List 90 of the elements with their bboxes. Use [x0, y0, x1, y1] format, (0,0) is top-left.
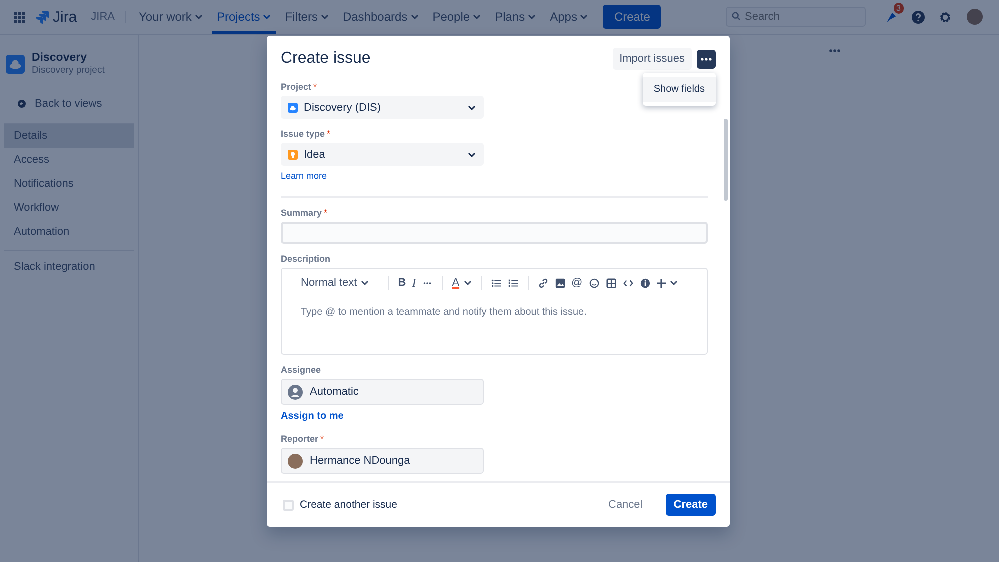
field-label: Assignee: [281, 365, 322, 375]
notification-badge: 3: [894, 2, 904, 14]
chevron-down-icon: [468, 152, 476, 158]
help-icon[interactable]: [912, 10, 925, 24]
menu-item[interactable]: Show fields: [642, 77, 716, 102]
mention-button[interactable]: @: [568, 274, 586, 292]
summary-field[interactable]: [281, 222, 708, 244]
code-icon[interactable]: [622, 278, 634, 288]
chevron-down-icon: [670, 280, 678, 286]
nav-menu[interactable]: Projects: [212, 0, 276, 34]
sidebar-item[interactable]: Access: [4, 148, 134, 172]
chevron-down-icon: [473, 14, 482, 20]
link-icon[interactable]: [538, 278, 549, 288]
sidebar-item[interactable]: Workflow: [4, 196, 134, 220]
assign-to-me-link[interactable]: Assign to me: [281, 411, 344, 422]
checkbox-label: Create another issue: [300, 499, 398, 511]
required-asterisk: *: [320, 434, 324, 444]
description-editor[interactable]: Normal text B I A @ Type @ to mention a teammate and notify them about this issue.: [281, 268, 708, 355]
learn-more-link[interactable]: Learn more: [281, 171, 328, 181]
user-avatar[interactable]: [967, 9, 983, 25]
back-arrow-icon: [18, 100, 26, 108]
user-picker[interactable]: Automatic: [281, 379, 484, 405]
nav-menu[interactable]: Dashboards: [338, 0, 424, 34]
italic-button[interactable]: I: [409, 274, 420, 292]
field-label: Reporter: [281, 434, 319, 444]
sidebar-item[interactable]: Slack integration: [4, 255, 134, 279]
user-picker[interactable]: Hermance NDounga: [281, 448, 484, 474]
more-icon[interactable]: [829, 49, 841, 53]
more-icon: [701, 58, 712, 60]
field-label: Issue type: [281, 129, 326, 139]
cloud-icon: [288, 102, 298, 112]
field-label: Summary: [281, 208, 322, 218]
chevron-down-icon: [410, 14, 419, 20]
search-icon: [732, 12, 741, 21]
table-icon[interactable]: [606, 278, 617, 288]
notification-icon[interactable]: [885, 10, 898, 24]
nav-menu[interactable]: Plans: [490, 0, 542, 34]
required-asterisk: *: [327, 129, 331, 139]
nav-menu[interactable]: Your work: [134, 0, 208, 34]
description-placeholder: Type @ to mention a teammate and notify them about this issue.: [300, 306, 588, 320]
project-type: Discovery project: [32, 65, 105, 76]
plus-icon: [656, 278, 666, 288]
project-avatar-icon: [6, 54, 25, 74]
project-name: Discovery: [32, 52, 88, 64]
text-style-dropdown[interactable]: Normal text: [298, 274, 372, 292]
required-asterisk: *: [324, 208, 328, 218]
avatar-photo: [288, 454, 303, 468]
select-field[interactable]: Idea: [281, 143, 484, 166]
chevron-down-icon: [580, 14, 588, 20]
logo-text: Jira: [53, 8, 78, 26]
field-label: Description: [281, 254, 331, 264]
app-switcher-icon[interactable]: [14, 12, 25, 22]
cancel-button[interactable]: Cancel: [602, 494, 650, 516]
create-button[interactable]: Create: [666, 494, 716, 516]
chevron-down-icon: [320, 14, 329, 20]
field-label: Project: [281, 82, 312, 92]
sidebar-item[interactable]: Notifications: [4, 172, 134, 196]
back-to-views-link[interactable]: Back to views: [35, 98, 102, 110]
chevron-down-icon: [361, 280, 370, 286]
bullet-list-icon[interactable]: [490, 278, 502, 288]
search-field[interactable]: Search: [726, 7, 866, 27]
checkbox[interactable]: [283, 500, 294, 510]
image-icon[interactable]: [554, 278, 566, 288]
numbered-list-icon[interactable]: [508, 278, 519, 288]
chevron-down-icon: [263, 14, 272, 20]
sidebar-item[interactable]: Details: [4, 124, 134, 148]
bold-button[interactable]: B: [395, 274, 410, 292]
scrollbar-thumb[interactable]: [724, 119, 728, 201]
text-color-button[interactable]: A: [449, 274, 475, 292]
select-field[interactable]: Discovery (DIS): [281, 96, 484, 119]
nav-menu[interactable]: Filters: [280, 0, 334, 34]
import-issues-button[interactable]: Import issues: [612, 48, 692, 70]
chevron-down-icon: [468, 104, 476, 110]
info-icon[interactable]: [640, 278, 651, 288]
jira-logo-icon: [35, 10, 49, 24]
nav-menu[interactable]: People: [428, 0, 486, 34]
emoji-icon[interactable]: [588, 278, 600, 288]
nav-menu[interactable]: Apps: [545, 0, 594, 34]
chevron-down-icon: [194, 14, 203, 20]
dialog-title: Create issue: [281, 50, 372, 68]
settings-icon[interactable]: [939, 10, 952, 24]
chevron-down-icon: [528, 14, 536, 20]
product-label: JIRA: [91, 11, 126, 23]
required-asterisk: *: [314, 82, 318, 92]
sidebar-item[interactable]: Automation: [4, 220, 134, 244]
chevron-down-icon: [464, 280, 472, 286]
more-actions-button[interactable]: [697, 50, 716, 68]
create-button[interactable]: Create: [603, 5, 662, 29]
person-icon: [288, 384, 303, 400]
lightbulb-icon: [288, 150, 298, 160]
